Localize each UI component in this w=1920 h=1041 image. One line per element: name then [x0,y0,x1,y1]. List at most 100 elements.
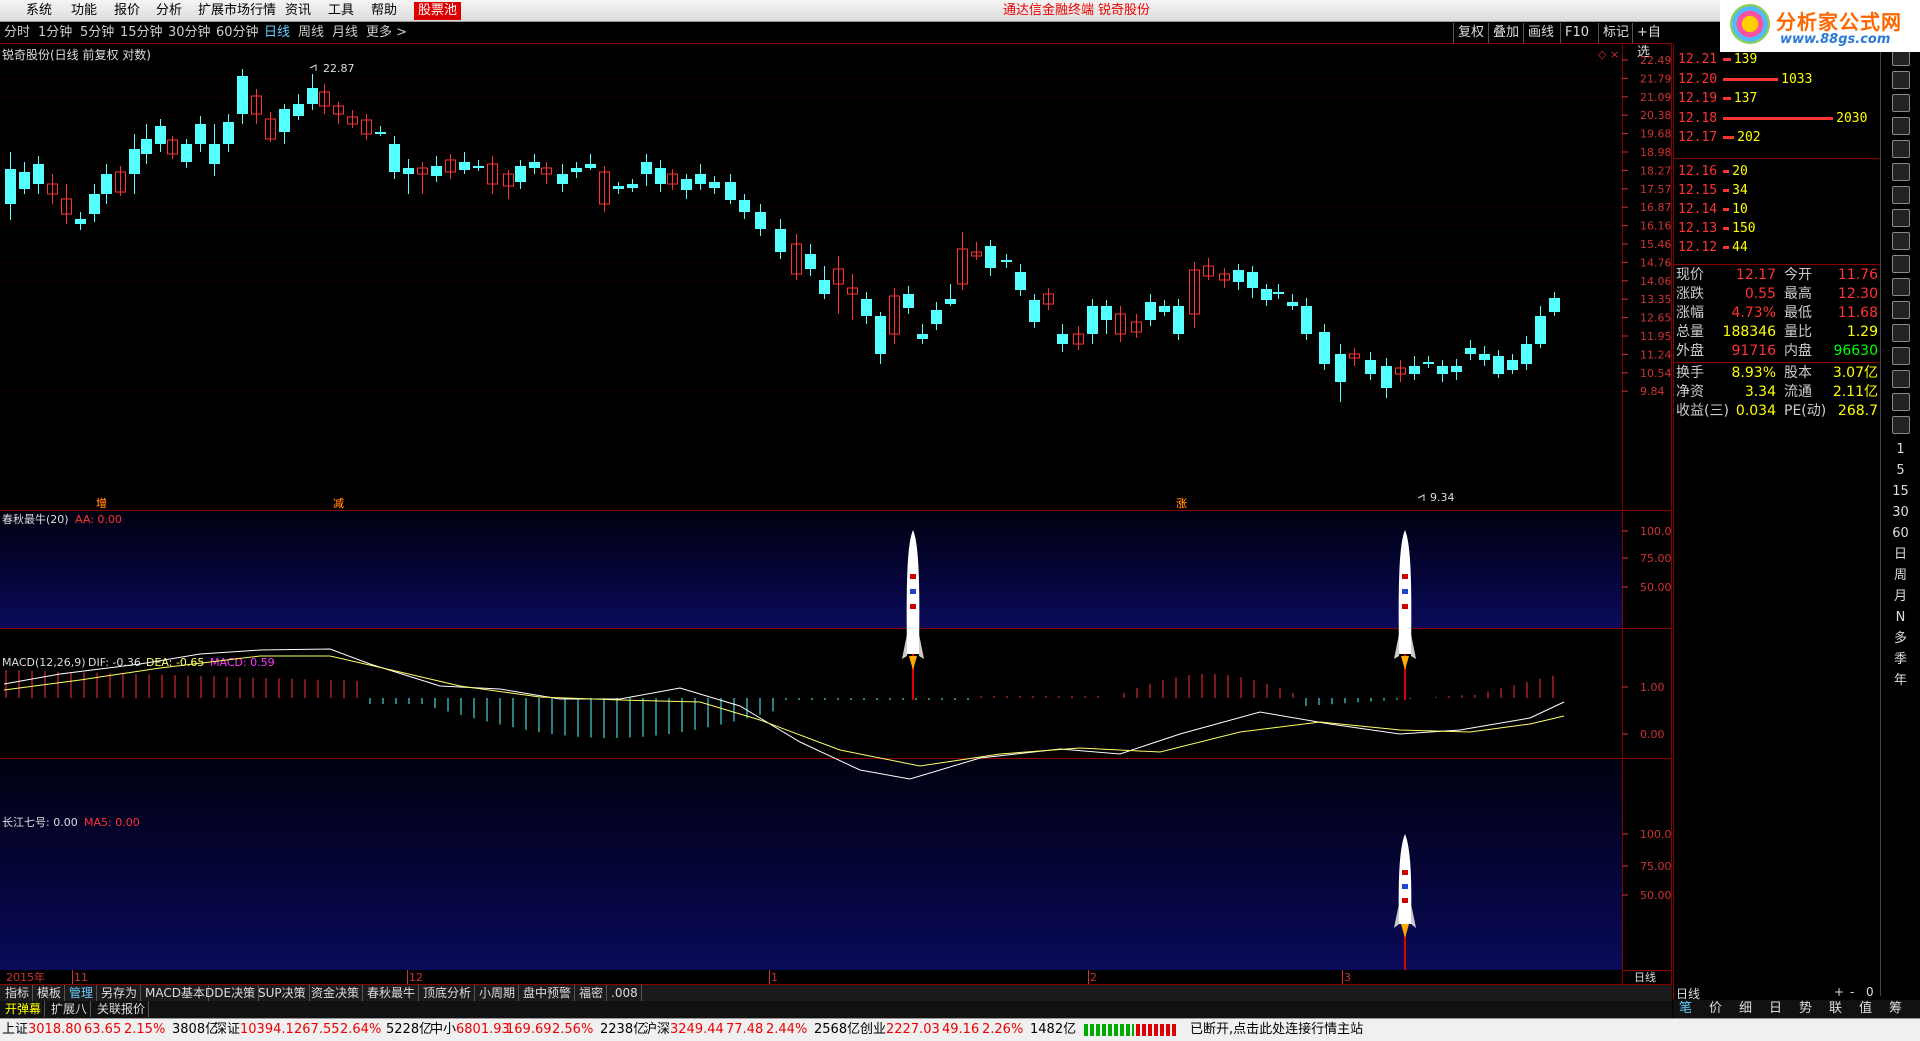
indicator-tab[interactable]: 另存为 [98,985,142,1001]
right-tab[interactable]: 细 [1739,1001,1752,1017]
ask-row[interactable]: 12.19 137 [1678,89,1757,108]
grid-icon[interactable] [1891,94,1910,112]
bid-row[interactable]: 12.15 34 [1678,181,1748,200]
indicator-icon[interactable] [1891,255,1910,273]
menu-extended-market[interactable]: 扩展市场行情 [196,2,278,20]
f10-icon[interactable] [1891,186,1910,204]
ask-row[interactable]: 12.17 202 [1678,128,1761,147]
period-n[interactable]: N [1881,607,1920,628]
stock-pool-button[interactable]: 股票池 [414,2,462,20]
period-1min[interactable]: 1分钟 [38,25,72,41]
period-year[interactable]: 年 [1881,670,1920,691]
add-watchlist-button[interactable]: +自选 [1632,23,1672,60]
zoom-out-button[interactable]: - [1850,985,1854,999]
indicator-tab[interactable]: 春秋最牛 [364,985,420,1001]
dollar-icon[interactable] [1891,324,1910,342]
candle-body [917,334,928,339]
right-tab[interactable]: 势 [1799,1001,1812,1017]
indicator-tab[interactable]: 指标 [2,985,34,1001]
menu-function[interactable]: 功能 [69,2,99,20]
chart-svg[interactable]: 22.49 21.79 21.09 20.38 19.68 18.98 18.27 17.57… [0,44,1672,984]
menu-help[interactable]: 帮助 [369,2,399,20]
menu-info[interactable]: 资讯 [283,2,313,20]
function-tab[interactable]: 关联报价 [94,1001,150,1017]
menu-quote[interactable]: 报价 [112,2,142,20]
chart-area[interactable]: 22.49 21.79 21.09 20.38 19.68 18.98 18.27 17.57… [0,44,1672,984]
layout-icon[interactable] [1891,416,1910,434]
f10-button[interactable]: F10 [1560,23,1593,43]
period-5min[interactable]: 5分钟 [80,25,114,41]
period-day[interactable]: 日 [1881,544,1920,565]
pie-icon[interactable] [1891,278,1910,296]
table-icon[interactable] [1891,163,1910,181]
period-week[interactable]: 周 [1881,565,1920,586]
right-tab[interactable]: 值 [1859,1001,1872,1017]
signal-icon[interactable] [1891,393,1910,411]
period-30[interactable]: 30 [1881,502,1920,523]
period-quarter[interactable]: 季 [1881,649,1920,670]
indicator-tab[interactable]: MACD基本 [142,985,209,1001]
function-tab[interactable]: 扩展八 [48,1001,92,1017]
period-intraday[interactable]: 分时 [4,25,30,41]
period-30min[interactable]: 30分钟 [168,25,211,41]
list-icon[interactable] [1891,71,1910,89]
indicator-tab[interactable]: SUP决策 [255,985,310,1001]
right-tab[interactable]: 笔 [1679,1001,1692,1017]
mark-button[interactable]: 标记 [1598,23,1633,43]
period-more[interactable]: 更多 > [366,25,407,41]
period-weekly[interactable]: 周线 [298,25,324,41]
bid-row[interactable]: 12.13 150 [1678,219,1756,238]
right-tab[interactable]: 筹 [1889,1001,1902,1017]
menu-analysis[interactable]: 分析 [154,2,184,20]
overlay-button[interactable]: 叠加 [1488,23,1523,43]
line-chart-icon[interactable] [1891,117,1910,135]
zoom-in-button[interactable]: + [1834,985,1844,999]
indicator-tab[interactable]: DDE决策 [202,985,260,1001]
period-daily[interactable]: 日线 [264,25,290,41]
bid-row[interactable]: 12.14 10 [1678,200,1748,219]
period-15[interactable]: 15 [1881,481,1920,502]
period-month[interactable]: 月 [1881,586,1920,607]
period-monthly[interactable]: 月线 [332,25,358,41]
kline-icon[interactable] [1891,140,1910,158]
period-5[interactable]: 5 [1881,460,1920,481]
indicator-tab[interactable]: 管理 [66,985,98,1001]
candle-body [375,132,386,134]
close-chart-icon[interactable]: ◇ × [1598,48,1619,61]
period-60min[interactable]: 60分钟 [216,25,259,41]
right-tab[interactable]: 价 [1709,1001,1722,1017]
period-60[interactable]: 60 [1881,523,1920,544]
pen-icon[interactable] [1891,370,1910,388]
connection-status[interactable]: 已断开,点击此处连接行情主站 [1190,1022,1363,1038]
indicator-tab[interactable]: 盘中预警 [520,985,576,1001]
menu-tools[interactable]: 工具 [326,2,356,20]
indicator-tab[interactable]: 顶底分析 [420,985,476,1001]
adjust-button[interactable]: 复权 [1453,23,1488,43]
ask-row[interactable]: 12.18 2030 [1678,109,1867,128]
indicator-tab[interactable]: 福密 [576,985,608,1001]
indicator-tab[interactable]: 资金决策 [308,985,364,1001]
indicator-tab[interactable]: 模板 [34,985,66,1001]
zoom-reset-button[interactable]: 0 [1866,985,1874,999]
menu-system[interactable]: 系统 [24,2,54,20]
function-tab[interactable]: 开弹幕 [2,1001,46,1017]
indicator-tab[interactable]: 小周期 [476,985,520,1001]
candle-body [293,104,304,116]
period-multi[interactable]: 多 [1881,628,1920,649]
news-icon[interactable] [1891,209,1910,227]
candle-body [459,162,470,170]
period-1[interactable]: 1 [1881,439,1920,460]
help-icon[interactable] [1891,347,1910,365]
right-tab[interactable]: 联 [1829,1001,1842,1017]
ask-row[interactable]: 12.21 139 [1678,50,1757,69]
bid-row[interactable]: 12.12 44 [1678,238,1748,257]
bid-row[interactable]: 12.16 20 [1678,162,1748,181]
draw-line-button[interactable]: 画线 [1523,23,1558,43]
period-15min[interactable]: 15分钟 [120,25,163,41]
rsi-icon[interactable] [1891,301,1910,319]
zx-name: 中小 [430,1022,457,1037]
bar-chart-icon[interactable] [1891,232,1910,250]
right-tab[interactable]: 日 [1769,1001,1782,1017]
indicator-tab[interactable]: .008 [608,985,642,1001]
ask-row[interactable]: 12.20 1033 [1678,70,1812,89]
